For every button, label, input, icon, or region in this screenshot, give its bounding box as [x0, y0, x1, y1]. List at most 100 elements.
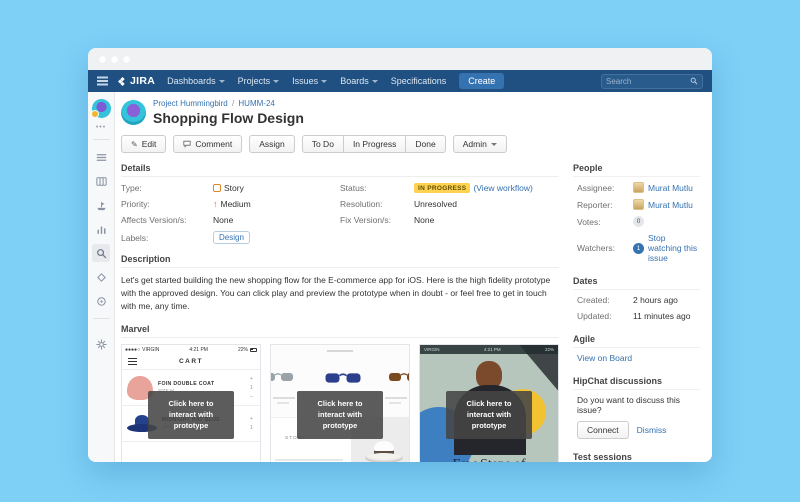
interact-overlay-button[interactable]: Click here to interact with prototype [297, 390, 383, 439]
window-close-button[interactable] [99, 55, 106, 63]
done-button[interactable]: Done [405, 135, 446, 153]
breadcrumb-issue-link[interactable]: HUMM-24 [238, 99, 274, 108]
pencil-icon: ✎ [131, 139, 138, 149]
priority-value: Medium [220, 199, 251, 209]
jira-logo[interactable]: JIRA [118, 75, 155, 87]
browser-titlebar [88, 48, 712, 70]
todo-button[interactable]: To Do [301, 135, 344, 153]
nav-boards[interactable]: Boards [340, 76, 378, 86]
agile-heading: Agile [573, 334, 700, 348]
window-minimize-button[interactable] [111, 55, 118, 63]
sidebar-more[interactable]: ••• [96, 124, 106, 131]
app-switcher-icon[interactable] [97, 80, 108, 82]
watchers-label: Watchers: [577, 243, 615, 253]
clock-label: 4:21 PM [189, 346, 208, 353]
create-button[interactable]: Create [459, 73, 505, 89]
votes-badge[interactable]: 0 [633, 216, 644, 227]
clock-label: 4:21 PM [483, 346, 501, 352]
price-text-placeholder [273, 396, 295, 399]
component-icon [96, 272, 106, 282]
hipchat-section: HipChat discussions Do you want to discu… [573, 376, 700, 439]
sidebar-item-board[interactable] [92, 172, 110, 190]
nav-specifications[interactable]: Specifications [391, 76, 447, 86]
hipchat-heading: HipChat discussions [573, 376, 700, 390]
qty-plus: + [249, 416, 253, 423]
photo-caption: Few Steps of [420, 457, 558, 462]
sidebar-item-addons[interactable] [92, 292, 110, 310]
comment-label: Comment [195, 139, 233, 149]
created-label: Created: [577, 295, 610, 305]
type-label: Type: [121, 183, 142, 193]
affects-version-value: None [213, 215, 234, 225]
sidebar-item-backlog[interactable] [92, 148, 110, 166]
nav-issues[interactable]: Issues [292, 76, 328, 86]
edit-button[interactable]: ✎ Edit [121, 135, 167, 153]
project-avatar[interactable] [121, 100, 146, 125]
chevron-down-icon [371, 79, 378, 83]
window-zoom-button[interactable] [123, 55, 130, 63]
hipchat-dismiss-link[interactable]: Dismiss [637, 425, 667, 435]
price-text-placeholder [277, 401, 289, 404]
description-heading: Description [121, 254, 559, 268]
comment-bubble-icon [183, 140, 191, 148]
search-input[interactable] [606, 76, 690, 86]
breadcrumb-separator: / [231, 99, 235, 108]
sidebar-item-releases[interactable] [92, 196, 110, 214]
cart-screen-title: CART [178, 357, 204, 365]
project-avatar-small[interactable] [90, 99, 111, 118]
view-workflow-link[interactable]: (View workflow) [473, 183, 532, 193]
sunglasses-tortoise [389, 372, 409, 381]
updated-label: Updated: [577, 311, 612, 321]
prototype-preview-desktop-shop[interactable]: STORY Click here to interact with protot… [271, 344, 409, 462]
qty-plus: + [249, 375, 253, 382]
sidebar-item-components[interactable] [92, 268, 110, 286]
qty-minus: − [249, 393, 253, 400]
issue-toolbar: ✎ Edit Comment Assign To Do In Progress D… [121, 135, 700, 153]
breadcrumb-project-link[interactable]: Project Hummingbird [153, 99, 228, 108]
search-icon[interactable] [690, 77, 698, 85]
prototype-card: STORY Click here to interact with protot… [270, 343, 410, 462]
marvel-heading: Marvel [121, 324, 559, 338]
details-heading: Details [121, 163, 559, 177]
sidebar-item-settings[interactable] [92, 335, 110, 353]
prototype-preview-photo-app[interactable]: VIRGIN 4:21 PM 22% Few Steps [420, 344, 558, 462]
battery-icon [249, 347, 257, 352]
admin-button[interactable]: Admin [452, 135, 507, 153]
created-value: 2 hours ago [633, 295, 678, 305]
reporter-name[interactable]: Murat Mutlu [648, 200, 693, 210]
carrier-label: VIRGIN [424, 346, 440, 352]
qty-value: 1 [249, 425, 253, 432]
hipchat-question: Do you want to discuss this issue? [577, 395, 680, 415]
updated-value: 11 minutes ago [633, 311, 691, 321]
nav-projects[interactable]: Projects [238, 76, 280, 86]
assignee-label: Assignee: [577, 182, 615, 193]
sidebar-item-reports[interactable] [92, 220, 110, 238]
votes-label: Votes: [577, 216, 601, 227]
stop-watching-link[interactable]: Stop watching this issue [648, 233, 700, 263]
prototype-card: ●●●●○ VIRGIN 4:21 PM 22% CART FOIN DOUBL… [121, 343, 261, 462]
view-on-board-link[interactable]: View on Board [577, 353, 632, 363]
fix-version-label: Fix Version/s: [340, 215, 392, 225]
comment-button[interactable]: Comment [173, 135, 243, 153]
in-progress-button[interactable]: In Progress [342, 135, 407, 153]
assignee-name[interactable]: Murat Mutlu [648, 183, 693, 193]
dates-heading: Dates [573, 276, 700, 290]
nav-dashboards[interactable]: Dashboards [167, 76, 225, 86]
prototype-preview-phone-cart[interactable]: ●●●●○ VIRGIN 4:21 PM 22% CART FOIN DOUBL… [122, 344, 260, 462]
interact-overlay-button[interactable]: Click here to interact with prototype [446, 390, 532, 439]
site-nav-placeholder [327, 349, 353, 352]
chevron-down-icon [218, 79, 225, 83]
assign-button[interactable]: Assign [249, 135, 295, 153]
project-sidebar: ••• [88, 92, 115, 462]
signal-dots: ●●●●○ [125, 346, 141, 353]
nav-dashboards-label: Dashboards [167, 76, 216, 86]
nav-boards-label: Boards [340, 76, 369, 86]
label-chip-design[interactable]: Design [213, 231, 250, 244]
phone-status-bar: ●●●●○ VIRGIN 4:21 PM 22% [122, 345, 260, 354]
watchers-badge[interactable]: 1 [633, 242, 644, 254]
interact-overlay-button[interactable]: Click here to interact with prototype [148, 390, 234, 439]
description-text: Let's get started building the new shopp… [121, 275, 551, 312]
hipchat-connect-button[interactable]: Connect [577, 421, 629, 439]
carrier-label: VIRGIN [142, 346, 160, 353]
sidebar-item-issues[interactable] [92, 244, 110, 262]
